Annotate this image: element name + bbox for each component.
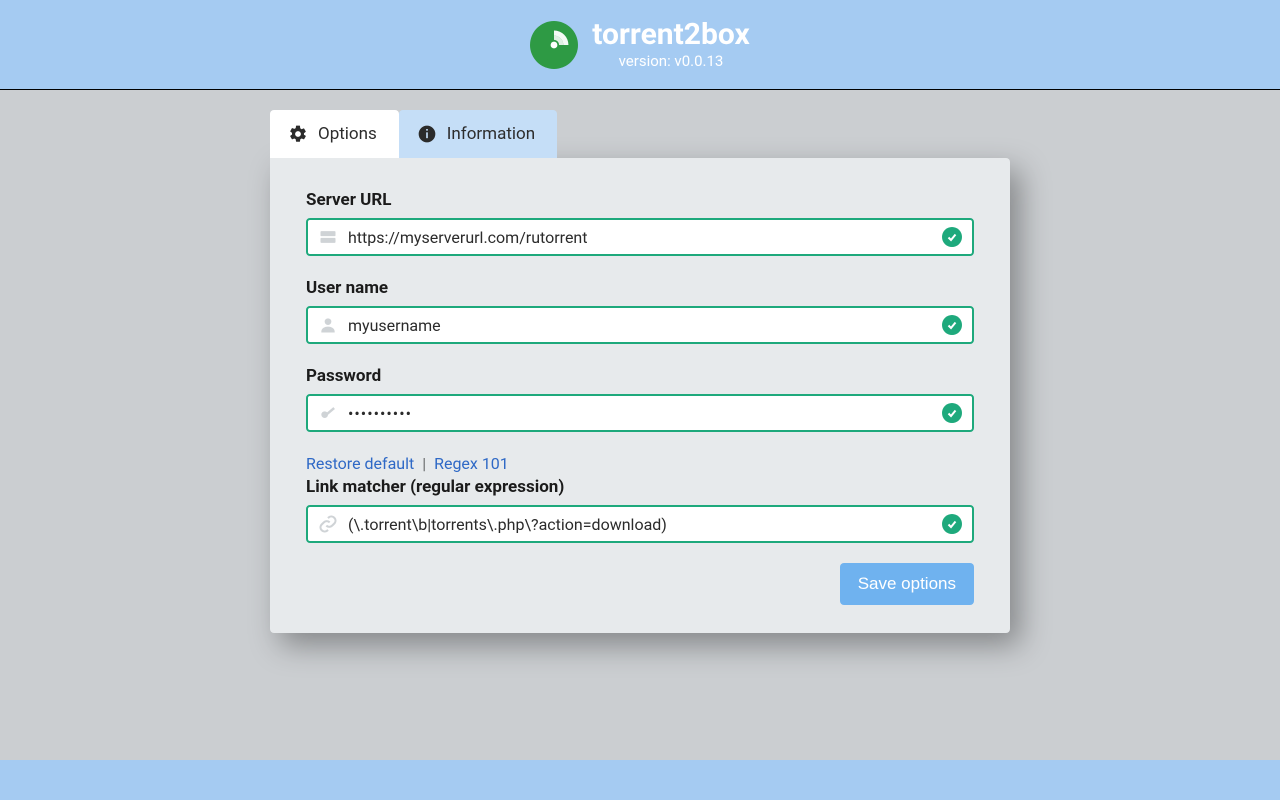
field-server-url: Server URL: [306, 190, 974, 256]
actions-row: Save options: [306, 563, 974, 605]
password-input[interactable]: [348, 404, 932, 423]
server-url-input[interactable]: [348, 228, 932, 247]
username-input[interactable]: [348, 316, 932, 335]
label-username: User name: [306, 278, 974, 298]
key-icon: [318, 403, 338, 423]
label-server-url: Server URL: [306, 190, 974, 210]
link-separator: |: [422, 454, 426, 473]
app-title: torrent2box: [592, 20, 750, 50]
tab-information[interactable]: Information: [399, 110, 557, 158]
input-wrap-server-url: [306, 218, 974, 256]
header-banner: torrent2box version: v0.0.13: [0, 0, 1280, 90]
field-password: Password: [306, 366, 974, 432]
save-options-button[interactable]: Save options: [840, 563, 974, 605]
field-link-matcher: Restore default | Regex 101 Link matcher…: [306, 454, 974, 543]
brand: torrent2box version: v0.0.13: [0, 0, 1280, 89]
restore-default-link[interactable]: Restore default: [306, 454, 414, 473]
brand-text: torrent2box version: v0.0.13: [592, 20, 750, 70]
user-icon: [318, 315, 338, 335]
gear-icon: [288, 124, 308, 144]
input-wrap-username: [306, 306, 974, 344]
link-matcher-links: Restore default | Regex 101: [306, 454, 974, 473]
main-panel: Options Information Server URL User nam: [270, 110, 1010, 633]
tab-label: Options: [318, 124, 377, 144]
footer-banner: [0, 760, 1280, 800]
tab-bar: Options Information: [270, 110, 1010, 158]
input-wrap-link-matcher: [306, 505, 974, 543]
regex101-link[interactable]: Regex 101: [434, 454, 509, 473]
tab-options[interactable]: Options: [270, 110, 399, 158]
link-icon: [318, 514, 338, 534]
tab-label: Information: [447, 124, 535, 144]
label-link-matcher: Link matcher (regular expression): [306, 477, 974, 497]
app-version: version: v0.0.13: [592, 52, 750, 70]
info-icon: [417, 124, 437, 144]
check-circle-icon: [942, 403, 962, 423]
check-circle-icon: [942, 315, 962, 335]
link-matcher-input[interactable]: [348, 515, 932, 534]
check-circle-icon: [942, 227, 962, 247]
app-logo-icon: [530, 21, 578, 69]
input-wrap-password: [306, 394, 974, 432]
options-panel: Server URL User name: [270, 158, 1010, 633]
check-circle-icon: [942, 514, 962, 534]
label-password: Password: [306, 366, 974, 386]
field-username: User name: [306, 278, 974, 344]
server-icon: [318, 227, 338, 247]
